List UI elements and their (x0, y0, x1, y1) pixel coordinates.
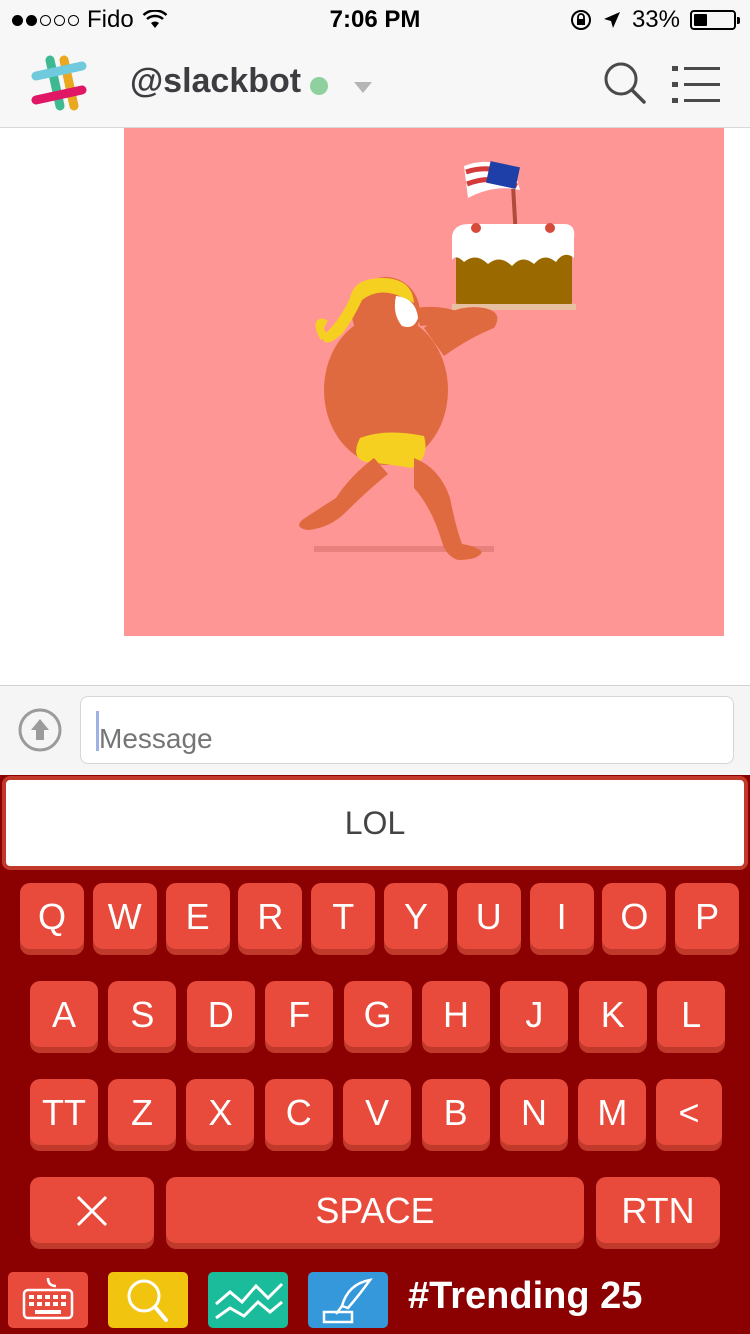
key-return[interactable]: RTN (596, 1177, 720, 1243)
suggestion-bar: LOL (0, 775, 750, 871)
search-icon[interactable] (602, 60, 648, 106)
keyboard-tab-button[interactable] (8, 1272, 88, 1328)
orientation-lock-icon (570, 10, 591, 30)
key-t[interactable]: T (311, 883, 376, 949)
key-w[interactable]: W (92, 883, 157, 949)
message-composer (0, 685, 750, 775)
battery-icon (690, 10, 740, 30)
key-n[interactable]: N (500, 1079, 568, 1145)
channel-title[interactable]: @slackbot (130, 62, 301, 101)
key-space[interactable]: SPACE (166, 1177, 584, 1243)
key-u[interactable]: U (456, 883, 521, 949)
key-backspace[interactable]: < (656, 1079, 722, 1145)
quill-icon (322, 1278, 373, 1324)
chevron-down-icon[interactable] (354, 82, 372, 93)
keyboard: Q W E R T Y U I O P A S D F G H J K L TT Z X C V B N M < SPACE RTN (0, 871, 750, 1265)
text-caret (96, 711, 99, 751)
key-d[interactable]: D (186, 981, 255, 1047)
key-x[interactable]: X (186, 1079, 255, 1145)
key-dismiss[interactable] (30, 1177, 154, 1243)
key-l[interactable]: L (657, 981, 726, 1047)
presence-indicator (310, 77, 328, 95)
key-s[interactable]: S (108, 981, 177, 1047)
key-text-style[interactable]: TT (30, 1079, 98, 1145)
trending-graph-icon (215, 1282, 284, 1320)
trending-label[interactable]: #Trending 25 (408, 1275, 642, 1318)
message-list[interactable] (0, 128, 750, 685)
key-f[interactable]: F (265, 981, 334, 1047)
status-bar: Fido 7:06 PM 33% (0, 0, 750, 40)
search-tab-button[interactable] (108, 1272, 188, 1328)
location-arrow-icon (603, 12, 620, 28)
slack-logo-icon[interactable] (30, 54, 88, 112)
key-g[interactable]: G (343, 981, 412, 1047)
keyboard-toolbar: #Trending 25 (0, 1265, 750, 1334)
key-k[interactable]: K (578, 981, 647, 1047)
suggestion-chip[interactable]: LOL (2, 776, 748, 870)
key-z[interactable]: Z (108, 1079, 176, 1145)
key-o[interactable]: O (602, 883, 667, 949)
key-j[interactable]: J (500, 981, 569, 1047)
upload-arrow-icon[interactable] (18, 708, 62, 752)
key-m[interactable]: M (578, 1079, 647, 1145)
key-b[interactable]: B (421, 1079, 490, 1145)
key-c[interactable]: C (264, 1079, 333, 1145)
compose-tab-button[interactable] (308, 1272, 388, 1328)
list-menu-icon[interactable] (672, 64, 720, 104)
strongman-cake-illustration (299, 161, 576, 560)
gif-attachment[interactable] (124, 128, 724, 636)
key-p[interactable]: P (675, 883, 740, 949)
key-e[interactable]: E (165, 883, 230, 949)
key-q[interactable]: Q (20, 883, 84, 949)
close-icon (76, 1195, 108, 1227)
key-r[interactable]: R (238, 883, 303, 949)
key-i[interactable]: I (529, 883, 594, 949)
key-h[interactable]: H (422, 981, 490, 1047)
status-right: 33% (570, 6, 740, 34)
trending-tab-button[interactable] (208, 1272, 288, 1328)
message-input[interactable] (80, 696, 734, 764)
key-y[interactable]: Y (384, 883, 448, 949)
channel-header: @slackbot (0, 40, 750, 128)
keyboard-icon (22, 1277, 74, 1320)
key-a[interactable]: A (30, 981, 98, 1047)
search-icon (127, 1279, 168, 1322)
key-v[interactable]: V (343, 1079, 412, 1145)
battery-percent: 33% (631, 6, 680, 33)
